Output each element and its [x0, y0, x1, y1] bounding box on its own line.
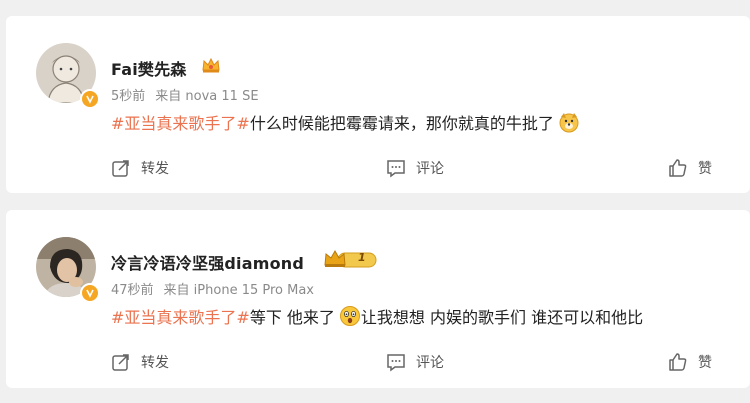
username[interactable]: Fai樊先森: [111, 56, 186, 80]
dog-face-emoji: [558, 111, 580, 133]
comment-label: 评论: [416, 355, 444, 371]
hashtag-link[interactable]: #亚当真来歌手了#: [111, 304, 250, 328]
post-meta: 5秒前 来自 nova 11 SE: [111, 85, 259, 104]
crown-icon: [201, 56, 221, 78]
repost-label: 转发: [141, 355, 169, 371]
avatar[interactable]: [36, 43, 100, 109]
post-source: 来自 iPhone 15 Pro Max: [163, 283, 314, 298]
comment-body-part1: 等下 他来了: [249, 308, 335, 327]
post-time: 5秒前: [111, 89, 146, 104]
hashtag-link[interactable]: #亚当真来歌手了#: [111, 110, 250, 134]
like-button[interactable]: 赞: [668, 350, 712, 374]
repost-label: 转发: [141, 161, 169, 177]
shocked-face-emoji: [339, 305, 361, 327]
comment-card: 冷言冷语冷坚强diamond 1 47秒前 来自 iPhone 15 Pro Ma…: [6, 210, 750, 388]
action-bar: 转发 评论 赞: [6, 156, 750, 180]
post-meta: 47秒前 来自 iPhone 15 Pro Max: [111, 279, 314, 298]
share-icon: [112, 160, 129, 177]
verified-icon: [80, 283, 100, 303]
comment-text: #亚当真来歌手了# 什么时候能把霉霉请来，那你就真的牛批了: [111, 110, 580, 134]
avatar[interactable]: [36, 237, 100, 303]
comment-button[interactable]: 评论: [386, 350, 444, 374]
post-source: 来自 nova 11 SE: [155, 89, 259, 104]
like-label: 赞: [698, 355, 712, 371]
share-icon: [112, 354, 129, 371]
action-bar: 转发 评论 赞: [6, 350, 750, 374]
thumbs-up-icon: [669, 159, 687, 177]
verified-icon: [80, 89, 100, 109]
like-button[interactable]: 赞: [668, 156, 712, 180]
comment-button[interactable]: 评论: [386, 156, 444, 180]
comment-body-part2: 让我想想 内娱的歌手们 谁还可以和他比: [360, 308, 644, 327]
vip-level: 1: [358, 251, 366, 264]
comment-card: Fai樊先森 5秒前 来自 nova 11 SE #亚当真来歌手了# 什么时候能把霉…: [6, 16, 750, 193]
like-label: 赞: [698, 161, 712, 177]
comment-icon: [387, 354, 405, 372]
post-time: 47秒前: [111, 283, 154, 298]
thumbs-up-icon: [669, 353, 687, 371]
vip-crown-level-1-icon: 1: [324, 249, 378, 273]
comment-icon: [387, 160, 405, 178]
comment-text: #亚当真来歌手了# 等下 他来了 让我想想 内娱的歌手们 谁还可以和他比: [111, 304, 643, 328]
username[interactable]: 冷言冷语冷坚强diamond: [111, 250, 304, 274]
comment-body: 什么时候能把霉霉请来，那你就真的牛批了: [249, 114, 554, 133]
repost-button[interactable]: 转发: [111, 350, 169, 374]
repost-button[interactable]: 转发: [111, 156, 169, 180]
comment-label: 评论: [416, 161, 444, 177]
